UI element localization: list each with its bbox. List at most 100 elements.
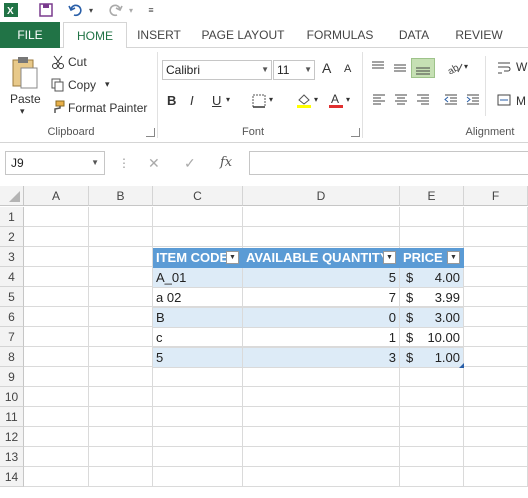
grid-cell[interactable] <box>464 267 528 287</box>
grid-cell[interactable] <box>400 427 464 447</box>
grid-cell[interactable] <box>24 467 89 487</box>
grid-cell[interactable] <box>400 467 464 487</box>
filter-dropdown-icon[interactable]: ▼ <box>383 251 396 264</box>
grid-cell[interactable] <box>24 247 89 267</box>
column-header-b[interactable]: B <box>89 186 153 206</box>
grid-cell[interactable] <box>464 427 528 447</box>
grid-cell[interactable] <box>153 367 243 387</box>
save-icon[interactable] <box>37 1 55 19</box>
grid-cell[interactable] <box>24 427 89 447</box>
grid-cell[interactable] <box>464 467 528 487</box>
grid-cell[interactable] <box>89 327 153 347</box>
grid-cell[interactable] <box>243 407 400 427</box>
column-header-d[interactable]: D <box>243 186 400 206</box>
grid-cell[interactable] <box>400 447 464 467</box>
cut-icon[interactable] <box>51 55 65 72</box>
formula-input[interactable] <box>249 151 528 175</box>
column-header-c[interactable]: C <box>153 186 243 206</box>
grid-cell[interactable] <box>153 407 243 427</box>
row-header[interactable]: 9 <box>0 367 24 387</box>
filter-dropdown-icon[interactable]: ▼ <box>447 251 460 264</box>
copy-icon[interactable] <box>51 78 65 95</box>
table-cell-price[interactable]: 4.00 $ <box>400 268 464 288</box>
row-header[interactable]: 12 <box>0 427 24 447</box>
row-header[interactable]: 10 <box>0 387 24 407</box>
increase-indent-icon[interactable] <box>466 94 480 109</box>
align-center-icon[interactable] <box>394 94 408 109</box>
grid-cell[interactable] <box>89 467 153 487</box>
grid-cell[interactable] <box>89 227 153 247</box>
font-name-combo[interactable]: Calibri ▼ <box>162 60 272 80</box>
grid-cell[interactable] <box>400 407 464 427</box>
underline-button[interactable]: U <box>212 93 221 108</box>
grid-cell[interactable] <box>464 387 528 407</box>
confirm-entry-icon[interactable]: ✓ <box>184 155 196 172</box>
grid-cell[interactable] <box>243 207 400 227</box>
merge-center-icon[interactable] <box>497 94 511 109</box>
table-cell-price[interactable]: 10.00 $ <box>400 328 464 348</box>
grid-cell[interactable] <box>464 327 528 347</box>
grid-cell[interactable] <box>24 327 89 347</box>
copy-dropdown-icon[interactable]: ▾ <box>105 79 110 90</box>
table-cell-item-code[interactable]: a 02 <box>153 288 243 308</box>
grid-cell[interactable] <box>153 207 243 227</box>
orientation-icon[interactable]: ab <box>446 60 464 78</box>
row-header[interactable]: 7 <box>0 327 24 347</box>
fill-color-icon[interactable] <box>296 92 312 111</box>
cut-button[interactable]: Cut <box>68 55 87 69</box>
row-header[interactable]: 5 <box>0 287 24 307</box>
format-painter-button[interactable]: Format Painter <box>68 101 147 115</box>
paste-button[interactable]: Paste <box>10 92 41 106</box>
grid-cell[interactable] <box>89 267 153 287</box>
grid-cell[interactable] <box>89 347 153 367</box>
grid-cell[interactable] <box>153 467 243 487</box>
chevron-down-icon[interactable]: ▾ <box>226 95 230 104</box>
row-header[interactable]: 14 <box>0 467 24 487</box>
middle-align-icon[interactable] <box>392 60 408 77</box>
row-header[interactable]: 4 <box>0 267 24 287</box>
grid-cell[interactable] <box>89 407 153 427</box>
grid-cell[interactable] <box>400 387 464 407</box>
column-header-e[interactable]: E <box>400 186 464 206</box>
grid-cell[interactable] <box>464 447 528 467</box>
format-painter-icon[interactable] <box>51 100 65 117</box>
wrap-text-icon[interactable] <box>497 61 511 78</box>
table-cell-quantity[interactable]: 1 <box>243 328 400 348</box>
shrink-font-button[interactable]: A <box>344 63 351 75</box>
chevron-down-icon[interactable]: ▾ <box>314 95 318 104</box>
merge-center-button[interactable]: M <box>516 94 526 108</box>
grid-cell[interactable] <box>464 287 528 307</box>
row-header[interactable]: 2 <box>0 227 24 247</box>
column-header-f[interactable]: F <box>464 186 528 206</box>
grid-cell[interactable] <box>400 227 464 247</box>
table-cell-item-code[interactable]: A_01 <box>153 268 243 288</box>
chevron-down-icon[interactable]: ▾ <box>464 62 468 71</box>
grid-cell[interactable] <box>24 367 89 387</box>
customize-qat-icon[interactable]: ≡ <box>146 1 156 19</box>
table-resize-handle-icon[interactable] <box>459 363 464 368</box>
table-cell-price[interactable]: 3.00 $ <box>400 308 464 328</box>
decrease-indent-icon[interactable] <box>444 94 458 109</box>
undo-dropdown-icon[interactable]: ▾ <box>86 1 96 19</box>
row-header[interactable]: 13 <box>0 447 24 467</box>
grid-cell[interactable] <box>243 447 400 467</box>
grid-cell[interactable] <box>153 227 243 247</box>
align-right-icon[interactable] <box>416 94 430 109</box>
grid-cell[interactable] <box>24 307 89 327</box>
row-header[interactable]: 3 <box>0 247 24 267</box>
font-size-combo[interactable]: 11 ▼ <box>273 60 315 80</box>
grid-cell[interactable] <box>89 207 153 227</box>
chevron-down-icon[interactable]: ▾ <box>346 95 350 104</box>
top-align-icon[interactable] <box>370 60 386 77</box>
table-cell-item-code[interactable]: B <box>153 308 243 328</box>
row-header[interactable]: 6 <box>0 307 24 327</box>
grow-font-button[interactable]: A <box>322 60 331 76</box>
font-launcher-icon[interactable] <box>351 128 360 137</box>
grid-cell[interactable] <box>153 387 243 407</box>
paste-icon[interactable] <box>10 56 40 95</box>
grid-cell[interactable] <box>89 287 153 307</box>
grid-cell[interactable] <box>24 267 89 287</box>
grid-cell[interactable] <box>464 367 528 387</box>
chevron-down-icon[interactable]: ▾ <box>269 95 273 104</box>
insert-function-button[interactable]: fx <box>220 155 232 170</box>
